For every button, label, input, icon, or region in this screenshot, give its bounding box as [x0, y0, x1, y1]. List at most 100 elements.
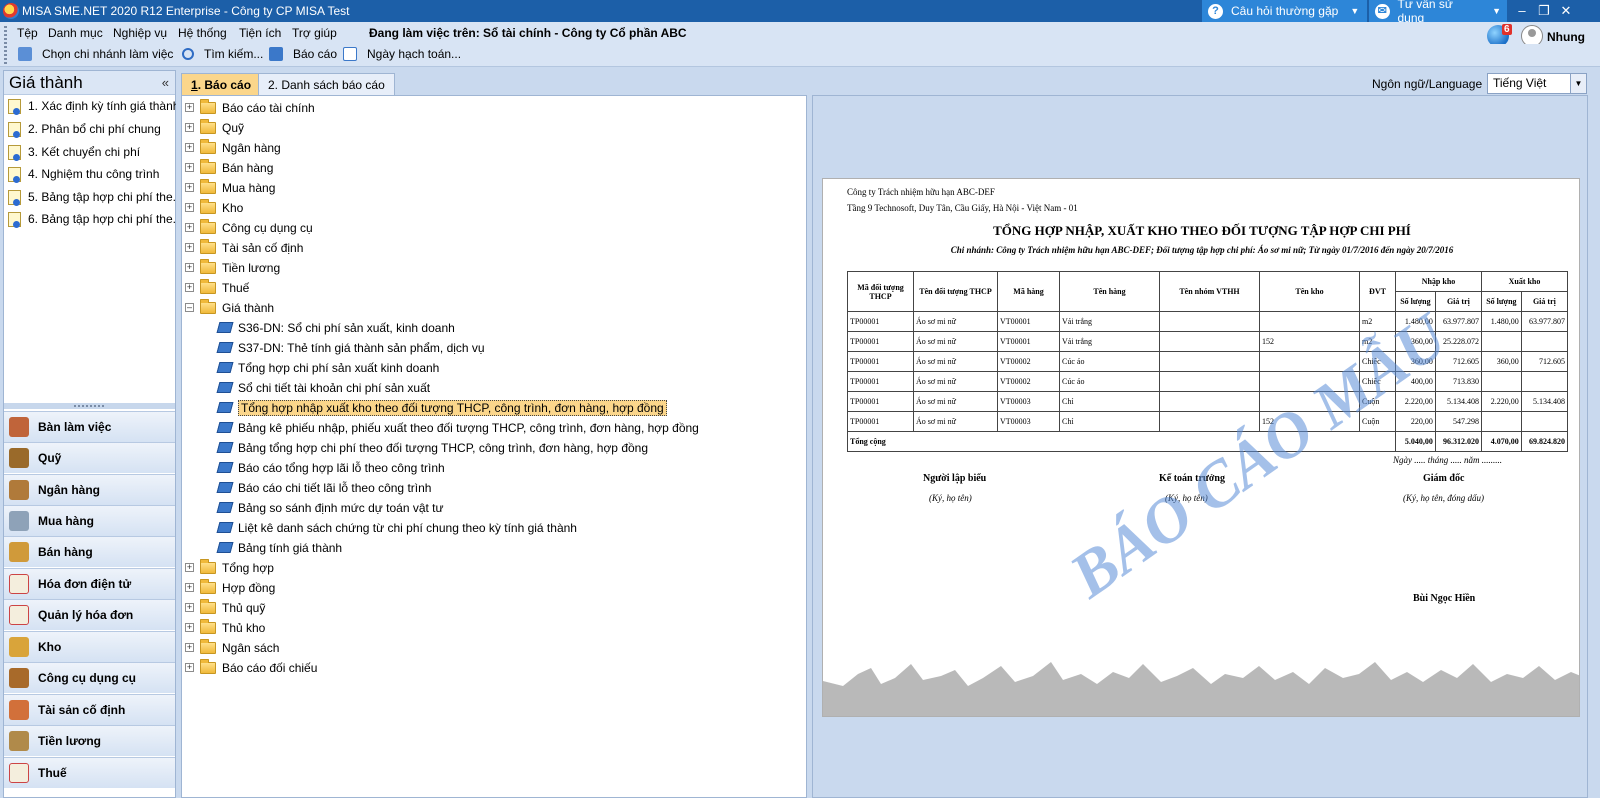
tree-folder-label: Thủ quỹ	[222, 600, 266, 615]
tree-report[interactable]: Bảng kê phiếu nhập, phiếu xuất theo đối …	[216, 418, 699, 437]
tree-report[interactable]: Bảng tính giá thành	[216, 538, 342, 557]
expand-icon[interactable]: +	[185, 163, 194, 172]
expand-icon[interactable]: +	[185, 143, 194, 152]
nav-cash[interactable]: Quỹ	[4, 442, 175, 473]
report-address: Tầng 9 Technosoft, Duy Tân, Cầu Giấy, Hà…	[847, 203, 1078, 213]
nav-bank[interactable]: Ngân hàng	[4, 474, 175, 505]
tree-folder[interactable]: + Quỹ	[185, 118, 244, 137]
nav-tools[interactable]: Công cụ dụng cụ	[4, 662, 175, 693]
menu-utilities[interactable]: Tiện ích	[239, 26, 281, 40]
tree-report[interactable]: Liệt kê danh sách chứng từ chi phí chung…	[216, 518, 577, 537]
desk-icon	[9, 417, 29, 437]
tab-report-list[interactable]: 2. Danh sách báo cáo	[258, 73, 395, 95]
expand-icon[interactable]: +	[185, 643, 194, 652]
tree-folder-expanded[interactable]: – Giá thành	[185, 298, 274, 317]
expand-icon[interactable]: +	[185, 103, 194, 112]
expand-icon[interactable]: +	[185, 583, 194, 592]
tree-folder[interactable]: + Bán hàng	[185, 158, 273, 177]
menu-operations[interactable]: Nghiệp vụ	[113, 26, 167, 40]
menu-system[interactable]: Hệ thống	[178, 26, 227, 40]
nav-inventory[interactable]: Kho	[4, 631, 175, 662]
language-select[interactable]: Tiếng Việt ▼	[1487, 73, 1587, 94]
nav-sales[interactable]: Bán hàng	[4, 536, 175, 567]
tree-report[interactable]: Báo cáo tổng hợp lãi lỗ theo công trình	[216, 458, 445, 477]
left-panel-title: Giá thành	[9, 73, 83, 92]
task-item[interactable]: 2. Phân bổ chi phí chung	[8, 120, 176, 138]
notification-badge[interactable]: 6	[1502, 24, 1512, 35]
task-item[interactable]: 4. Nghiệm thu công trình	[8, 165, 176, 183]
menu-help[interactable]: Trợ giúp	[292, 26, 337, 40]
nav-label: Quỹ	[38, 451, 62, 465]
tree-report[interactable]: Bảng tổng hợp chi phí theo đối tượng THC…	[216, 438, 648, 457]
task-item[interactable]: 5. Bảng tập hợp chi phí the...	[8, 188, 176, 206]
tree-report[interactable]: S36-DN: Sổ chi phí sản xuất, kinh doanh	[216, 318, 455, 337]
expand-icon[interactable]: +	[185, 183, 194, 192]
tree-report[interactable]: S37-DN: Thẻ tính giá thành sản phẩm, dịc…	[216, 338, 485, 357]
task-item[interactable]: 3. Kết chuyển chi phí	[8, 143, 176, 161]
expand-icon[interactable]: +	[185, 123, 194, 132]
expand-icon[interactable]: +	[185, 263, 194, 272]
tree-folder[interactable]: + Thuế	[185, 278, 249, 297]
expand-icon[interactable]: +	[185, 563, 194, 572]
tree-folder[interactable]: + Ngân hàng	[185, 138, 281, 157]
tree-report[interactable]: Sổ chi tiết tài khoản chi phí sản xuất	[216, 378, 430, 397]
nav-tax[interactable]: Thuế	[4, 757, 175, 788]
search-button[interactable]: Tìm kiếm...	[182, 47, 263, 61]
chevron-down-icon[interactable]: ▼	[1570, 74, 1586, 93]
support-button[interactable]: ✉ Tư vấn sử dụng ▼	[1369, 0, 1507, 25]
menu-catalog[interactable]: Danh mục	[48, 26, 103, 40]
tree-folder[interactable]: + Tổng hợp	[185, 558, 274, 577]
expand-icon[interactable]: +	[185, 203, 194, 212]
nav-einvoice[interactable]: Hóa đơn điện tử	[4, 568, 175, 599]
tree-report[interactable]: Bảng so sánh định mức dự toán vật tư	[216, 498, 444, 517]
search-label: Tìm kiếm...	[204, 47, 264, 61]
tree-folder[interactable]: + Mua hàng	[185, 178, 275, 197]
expand-icon[interactable]: +	[185, 663, 194, 672]
faq-button[interactable]: ? Câu hỏi thường gặp ▼	[1202, 0, 1367, 22]
expand-icon[interactable]: +	[185, 283, 194, 292]
tree-report-selected[interactable]: Tổng hợp nhập xuất kho theo đối tượng TH…	[216, 398, 667, 417]
tools-icon	[9, 668, 29, 688]
nav-payroll[interactable]: Tiền lương	[4, 725, 175, 756]
tree-report[interactable]: Báo cáo chi tiết lãi lỗ theo công trình	[216, 478, 431, 497]
tree-folder[interactable]: + Hợp đồng	[185, 578, 275, 597]
tree-folder[interactable]: + Tài sản cố định	[185, 238, 303, 257]
toolbar-grip[interactable]	[4, 26, 7, 64]
building-icon	[9, 700, 29, 720]
posting-date-button[interactable]: Ngày hạch toán...	[343, 47, 461, 61]
expand-icon[interactable]: +	[185, 603, 194, 612]
task-item[interactable]: 1. Xác định kỳ tính giá thành	[8, 97, 176, 115]
expand-icon[interactable]: +	[185, 223, 194, 232]
col-group-header: Xuất kho	[1480, 271, 1569, 292]
tree-folder[interactable]: + Ngân sách	[185, 638, 279, 657]
tree-folder[interactable]: + Thủ kho	[185, 618, 265, 637]
table-cell: TP00001	[847, 371, 914, 392]
restore-icon[interactable]: ❐	[1534, 2, 1554, 20]
branch-button[interactable]: Chọn chi nhánh làm việc	[18, 47, 173, 61]
task-item[interactable]: 6. Bảng tập hợp chi phí the...	[8, 210, 176, 228]
user-name[interactable]: Nhung	[1547, 30, 1585, 44]
tab-reports[interactable]: 1. Báo cáo	[181, 73, 262, 95]
tree-folder[interactable]: + Báo cáo tài chính	[185, 98, 315, 117]
tree-folder[interactable]: + Báo cáo đối chiếu	[185, 658, 317, 677]
tree-folder[interactable]: + Thủ quỹ	[185, 598, 265, 617]
tree-report[interactable]: Tổng hợp chi phí sản xuất kinh doanh	[216, 358, 439, 377]
menu-file[interactable]: Tệp	[17, 26, 38, 40]
collapse-tree-icon[interactable]: –	[185, 303, 194, 312]
minimize-icon[interactable]: –	[1512, 2, 1532, 20]
expand-icon[interactable]: +	[185, 623, 194, 632]
nav-desk[interactable]: Bàn làm việc	[4, 411, 175, 442]
expand-icon[interactable]: +	[185, 243, 194, 252]
tree-folder[interactable]: + Kho	[185, 198, 243, 217]
nav-fixed-assets[interactable]: Tài sản cố định	[4, 694, 175, 725]
nav-invoice-management[interactable]: Quản lý hóa đơn	[4, 599, 175, 630]
report-button[interactable]: Báo cáo	[269, 47, 337, 61]
tree-folder[interactable]: + Công cụ dụng cụ	[185, 218, 313, 237]
tree-folder[interactable]: + Tiền lương	[185, 258, 280, 277]
panel-splitter[interactable]	[4, 403, 175, 409]
tree-report-label: S36-DN: Sổ chi phí sản xuất, kinh doanh	[238, 320, 455, 335]
collapse-icon[interactable]: «	[162, 75, 169, 90]
nav-purchase[interactable]: Mua hàng	[4, 505, 175, 536]
tree-report-label: Báo cáo tổng hợp lãi lỗ theo công trình	[238, 460, 445, 475]
close-icon[interactable]: ✕	[1556, 2, 1576, 20]
